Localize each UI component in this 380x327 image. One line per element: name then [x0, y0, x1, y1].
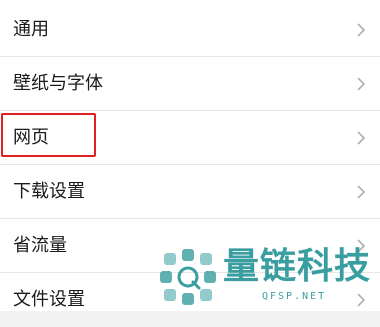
- settings-item-label: 通用: [13, 19, 49, 40]
- brand-url: QFSP.NET: [262, 291, 327, 302]
- settings-item-general[interactable]: 通用: [0, 3, 380, 57]
- settings-item-label: 文件设置: [13, 289, 85, 310]
- settings-item-label: 省流量: [13, 235, 67, 256]
- watermark: 量链科技 QFSP.NET: [160, 247, 378, 307]
- settings-item-wallpaper-font[interactable]: 壁纸与字体: [0, 57, 380, 111]
- brand-name: 量链科技: [223, 246, 372, 287]
- chevron-right-icon: [357, 23, 366, 37]
- settings-item-label: 壁纸与字体: [13, 73, 103, 94]
- settings-item-label: 下载设置: [13, 181, 85, 202]
- settings-item-download[interactable]: 下载设置: [0, 165, 380, 219]
- chevron-right-icon: [357, 185, 366, 199]
- settings-item-webpage[interactable]: 网页: [0, 111, 380, 165]
- brand-logo-icon: [160, 249, 216, 305]
- chevron-right-icon: [357, 131, 366, 145]
- settings-item-label: 网页: [13, 127, 49, 148]
- chevron-right-icon: [357, 77, 366, 91]
